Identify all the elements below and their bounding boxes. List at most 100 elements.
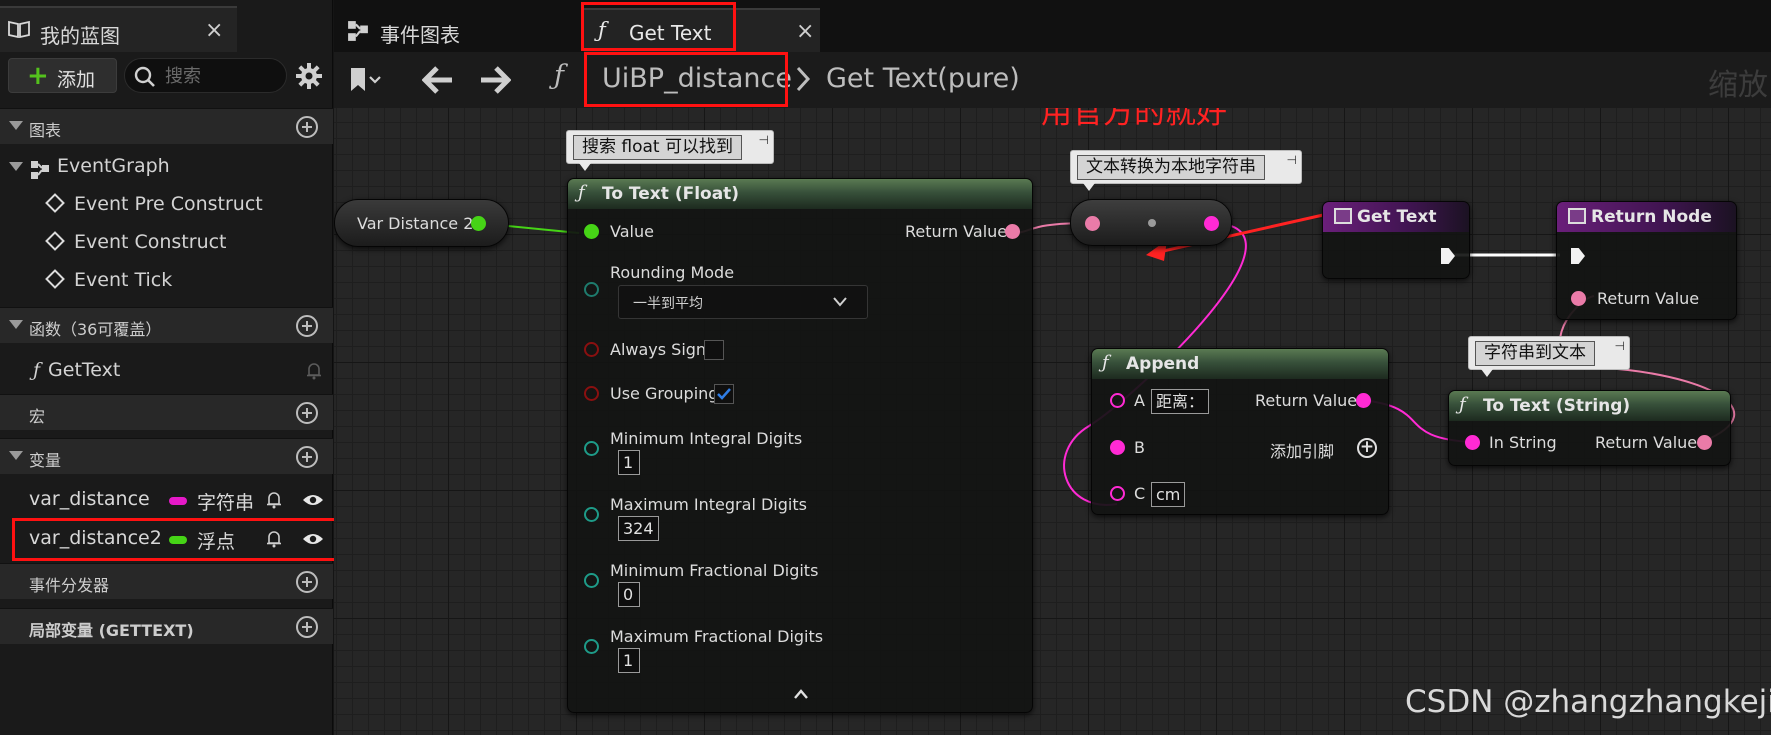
a-input-field[interactable]: 距离： [1151, 389, 1210, 414]
return-node[interactable]: Return Node Return Value [1556, 201, 1737, 320]
add-local-variable-icon[interactable] [296, 616, 318, 638]
return-value-output-pin[interactable] [1356, 393, 1371, 408]
section-graphs[interactable]: 图表 [0, 108, 333, 144]
float-output-pin[interactable] [471, 216, 486, 231]
function-item-gettext[interactable]: ƒ GetText [33, 359, 120, 381]
pin-label: Rounding Mode [610, 263, 735, 282]
collapse-caret-icon[interactable] [9, 162, 23, 171]
node-title: Return Node [1591, 207, 1712, 227]
tab-get-text[interactable]: ƒ Get Text × [584, 8, 820, 52]
node-header[interactable]: ƒ Append [1092, 349, 1388, 379]
tab-event-graph[interactable]: 事件图表 [334, 8, 564, 52]
node-header[interactable]: ƒ To Text (String) [1449, 391, 1730, 421]
forward-arrow-icon[interactable] [479, 65, 511, 95]
always-sign-pin[interactable] [584, 342, 599, 357]
max-fractional-pin[interactable] [584, 639, 599, 654]
return-value-output-pin[interactable] [1697, 435, 1712, 450]
section-functions[interactable]: 函数（36可覆盖） [0, 307, 333, 343]
value-input-pin[interactable] [584, 224, 599, 239]
search-input[interactable] [165, 63, 275, 89]
section-dispatchers[interactable]: 事件分发器 [0, 563, 333, 599]
add-dispatcher-icon[interactable] [296, 571, 318, 593]
comment-bubble[interactable]: 搜索 float 可以找到 ⊣ [566, 130, 774, 171]
my-blueprint-panel: 我的蓝图 × + 添加 图表 EventGraph Event Pre Cons… [0, 0, 345, 735]
node-header[interactable]: Return Node [1557, 202, 1736, 232]
eye-icon[interactable] [302, 493, 324, 507]
to-text-float-node[interactable]: ƒ To Text (Float) Value Return Value Rou… [567, 178, 1033, 713]
min-fractional-pin[interactable] [584, 573, 599, 588]
always-sign-checkbox[interactable] [704, 340, 724, 360]
node-header[interactable]: ƒ To Text (Float) [568, 179, 1032, 209]
collapse-chevron-up-icon[interactable] [794, 689, 808, 699]
event-icon [45, 269, 65, 289]
pin-icon[interactable]: ⊣ [1615, 339, 1625, 353]
exec-input-pin[interactable] [1571, 248, 1585, 264]
breadcrumb-class[interactable]: UiBP_distance [602, 63, 792, 94]
text-input-pin[interactable] [1085, 216, 1100, 231]
text-to-string-conversion-node[interactable] [1070, 199, 1232, 246]
variable-row[interactable]: var_distance 字符串 [0, 481, 333, 519]
return-value-output-pin[interactable] [1005, 224, 1020, 239]
pin-label: Minimum Fractional Digits [610, 561, 819, 580]
min-fractional-input[interactable]: 0 [618, 582, 640, 607]
pin-icon[interactable]: ⊣ [759, 133, 769, 147]
b-input-pin[interactable] [1110, 440, 1125, 455]
comment-bubble[interactable]: 字符串到文本 ⊣ [1468, 336, 1630, 377]
bell-icon[interactable] [266, 530, 282, 548]
max-fractional-input[interactable]: 1 [618, 648, 640, 673]
rounding-mode-dropdown[interactable]: 一半到平均 [618, 285, 868, 319]
string-output-pin[interactable] [1204, 216, 1219, 231]
max-integral-pin[interactable] [584, 507, 599, 522]
close-icon[interactable]: × [205, 18, 223, 43]
collapse-caret-icon[interactable] [9, 121, 23, 130]
return-value-input-pin[interactable] [1571, 291, 1586, 306]
add-pin-icon[interactable]: + [1357, 438, 1377, 458]
bookmark-icon[interactable] [349, 67, 383, 93]
pin-label: Minimum Integral Digits [610, 429, 803, 448]
get-text-entry-node[interactable]: Get Text [1322, 201, 1470, 279]
add-graph-icon[interactable] [296, 116, 318, 138]
add-macro-icon[interactable] [296, 402, 318, 424]
back-arrow-icon[interactable] [422, 65, 454, 95]
min-integral-input[interactable]: 1 [618, 450, 640, 475]
section-variables[interactable]: 变量 [0, 438, 333, 474]
bell-icon[interactable] [266, 491, 282, 509]
close-icon[interactable]: × [796, 19, 814, 44]
eye-icon[interactable] [302, 532, 324, 546]
blueprint-graph-canvas[interactable]: 用官方的就好 搜索 float 可以找到 ⊣ 文本转换为本地字符串 ⊣ 字符串到… [334, 108, 1771, 735]
gear-icon[interactable] [294, 61, 324, 91]
c-input-pin[interactable] [1110, 486, 1125, 501]
max-integral-input[interactable]: 324 [618, 516, 659, 541]
variable-get-node[interactable]: Var Distance 2 [334, 199, 509, 247]
bell-icon[interactable] [306, 362, 322, 380]
pin-label: C [1134, 484, 1146, 503]
node-header[interactable]: Get Text [1323, 202, 1469, 232]
tree-item-eventgraph[interactable]: EventGraph [57, 155, 170, 177]
in-string-input-pin[interactable] [1465, 435, 1480, 450]
variable-row[interactable]: var_distance2 浮点 [0, 520, 333, 558]
append-node[interactable]: ƒ Append A 距离： Return Value B 添加引脚 + C c… [1091, 348, 1389, 515]
tree-item-event[interactable]: Event Pre Construct [45, 193, 263, 215]
rounding-mode-pin[interactable] [584, 282, 599, 297]
pin-icon[interactable]: ⊣ [1287, 153, 1297, 167]
tree-item-event[interactable]: Event Construct [45, 231, 227, 253]
section-local-variables[interactable]: 局部变量 (GETTEXT) [0, 608, 333, 644]
comment-bubble[interactable]: 文本转换为本地字符串 ⊣ [1070, 150, 1302, 191]
search-box[interactable] [124, 58, 287, 93]
min-integral-pin[interactable] [584, 441, 599, 456]
add-variable-icon[interactable] [296, 446, 318, 468]
use-grouping-checkbox[interactable] [714, 384, 734, 404]
add-button[interactable]: + 添加 [8, 58, 117, 93]
a-input-pin[interactable] [1110, 393, 1125, 408]
tree-item-event[interactable]: Event Tick [45, 269, 172, 291]
to-text-string-node[interactable]: ƒ To Text (String) In String Return Valu… [1448, 390, 1731, 466]
event-label: Event Pre Construct [74, 193, 263, 215]
collapse-caret-icon[interactable] [9, 320, 23, 329]
my-blueprint-tab[interactable]: 我的蓝图 × [0, 6, 237, 52]
use-grouping-pin[interactable] [584, 386, 599, 401]
section-macros[interactable]: 宏 [0, 394, 333, 430]
c-input-field[interactable]: cm [1151, 482, 1186, 507]
collapse-caret-icon[interactable] [9, 451, 23, 460]
add-function-icon[interactable] [296, 315, 318, 337]
exec-output-pin[interactable] [1441, 248, 1455, 264]
